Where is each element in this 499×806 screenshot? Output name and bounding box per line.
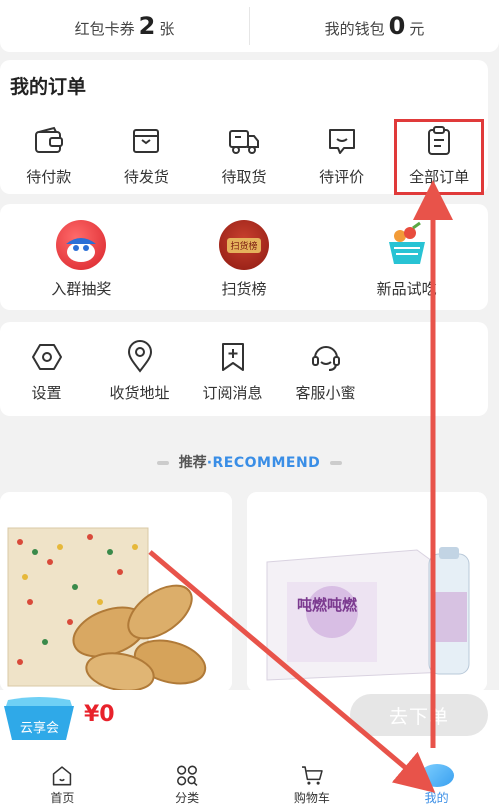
- order-item-label: 待付款: [26, 168, 72, 186]
- tab-label: 我的: [424, 791, 449, 805]
- tool-subscriptions[interactable]: 订阅消息: [186, 340, 279, 403]
- ranking-badge-text: 扫货榜: [227, 237, 261, 253]
- coupon-summary[interactable]: 红包卡券 2 张: [0, 12, 249, 40]
- order-pending-payment[interactable]: 待付款: [0, 124, 98, 187]
- heading-dash-right: [330, 461, 343, 465]
- delivery-truck-icon: [227, 124, 261, 158]
- recommend-heading: 推荐·RECOMMEND: [0, 452, 499, 472]
- wallet-unit: 元: [409, 20, 425, 38]
- promo-item-label: 扫货榜: [221, 280, 267, 298]
- profile-avatar-icon: [419, 764, 454, 787]
- tool-settings[interactable]: 设置: [0, 340, 93, 403]
- shopping-cart-icon: [301, 766, 323, 785]
- tab-home[interactable]: 首页: [0, 752, 125, 806]
- promo-row: 入群抽奖 扫货榜 扫货榜 新品试吃: [0, 220, 488, 299]
- cart-summary-bar: 云享会 ¥0 去下单: [0, 690, 499, 752]
- tool-customer-service[interactable]: 客服小蜜: [279, 340, 372, 403]
- promo-item-label: 新品试吃: [376, 280, 437, 298]
- order-pending-pickup[interactable]: 待取货: [195, 124, 293, 187]
- bookmark-plus-icon: [216, 340, 250, 374]
- tab-profile[interactable]: 我的: [374, 752, 499, 806]
- order-item-label: 待发货: [123, 168, 169, 186]
- annotation-highlight-box: [394, 119, 484, 195]
- review-chat-icon: [325, 124, 359, 158]
- basket-icon[interactable]: 云享会: [2, 692, 76, 742]
- cart-total: ¥0: [84, 702, 115, 727]
- tab-label: 购物车: [293, 791, 330, 805]
- checkout-button[interactable]: 去下单: [350, 694, 488, 736]
- order-pending-review[interactable]: 待评价: [293, 124, 391, 187]
- orders-title: 我的订单: [10, 76, 87, 98]
- heading-dash-left: [156, 461, 169, 465]
- account-summary-bar: 红包卡券 2 张 我的钱包 0 元: [0, 0, 499, 52]
- wallet-label: 我的钱包: [324, 20, 385, 38]
- tools-card: 设置 收货地址 订阅消息 客服小蜜: [0, 322, 488, 416]
- promo-ranking[interactable]: 扫货榜 扫货榜: [163, 220, 326, 299]
- category-grid-icon: [177, 765, 198, 787]
- mascot-lottery-icon: [56, 220, 107, 270]
- bottom-tab-bar: 首页 分类 购物车 我的: [0, 752, 499, 806]
- recommend-cn: 推荐: [178, 455, 207, 471]
- home-icon: [53, 766, 72, 786]
- mineral-water-case-image: 吨燃吨燃: [247, 492, 487, 692]
- order-item-label: 待评价: [319, 168, 365, 186]
- recommend-en: RECOMMEND: [212, 455, 321, 471]
- tab-cart[interactable]: 购物车: [250, 752, 375, 806]
- wallet-summary[interactable]: 我的钱包 0 元: [250, 12, 499, 40]
- basket-label: 云享会: [20, 720, 59, 736]
- wallet-icon: [32, 124, 66, 158]
- coupon-unit: 张: [159, 20, 175, 38]
- settings-hexagon-icon: [30, 340, 64, 374]
- tool-item-label: 客服小蜜: [295, 384, 356, 402]
- ranking-badge-icon: 扫货榜: [219, 220, 269, 270]
- product-brand-text: 吨燃吨燃: [297, 596, 358, 614]
- tool-address[interactable]: 收货地址: [93, 340, 186, 403]
- order-item-label: 待取货: [221, 168, 267, 186]
- product-card-snack[interactable]: [0, 492, 232, 692]
- location-pin-icon: [123, 340, 157, 374]
- product-card-water[interactable]: 吨燃吨燃: [247, 492, 487, 692]
- package-icon: [129, 124, 163, 158]
- tab-label: 分类: [175, 791, 200, 805]
- promo-card: 入群抽奖 扫货榜 扫货榜 新品试吃: [0, 204, 488, 310]
- tool-item-label: 设置: [31, 384, 62, 402]
- wallet-amount: 0: [388, 12, 406, 40]
- promo-item-label: 入群抽奖: [51, 280, 112, 298]
- tools-row: 设置 收货地址 订阅消息 客服小蜜: [0, 340, 488, 403]
- tab-category[interactable]: 分类: [125, 752, 250, 806]
- customer-service-icon: [309, 340, 343, 374]
- tool-item-label: 订阅消息: [202, 384, 263, 402]
- order-pending-shipment[interactable]: 待发货: [98, 124, 196, 187]
- fruit-basket-icon: [381, 220, 432, 270]
- tool-item-label: 收货地址: [109, 384, 170, 402]
- promo-new-tasting[interactable]: 新品试吃: [325, 220, 488, 299]
- coupon-count: 2: [138, 12, 156, 40]
- snack-gift-box-image: [0, 492, 232, 692]
- coupon-label: 红包卡券: [74, 20, 135, 38]
- tab-label: 首页: [50, 791, 75, 805]
- promo-lottery[interactable]: 入群抽奖: [0, 220, 163, 299]
